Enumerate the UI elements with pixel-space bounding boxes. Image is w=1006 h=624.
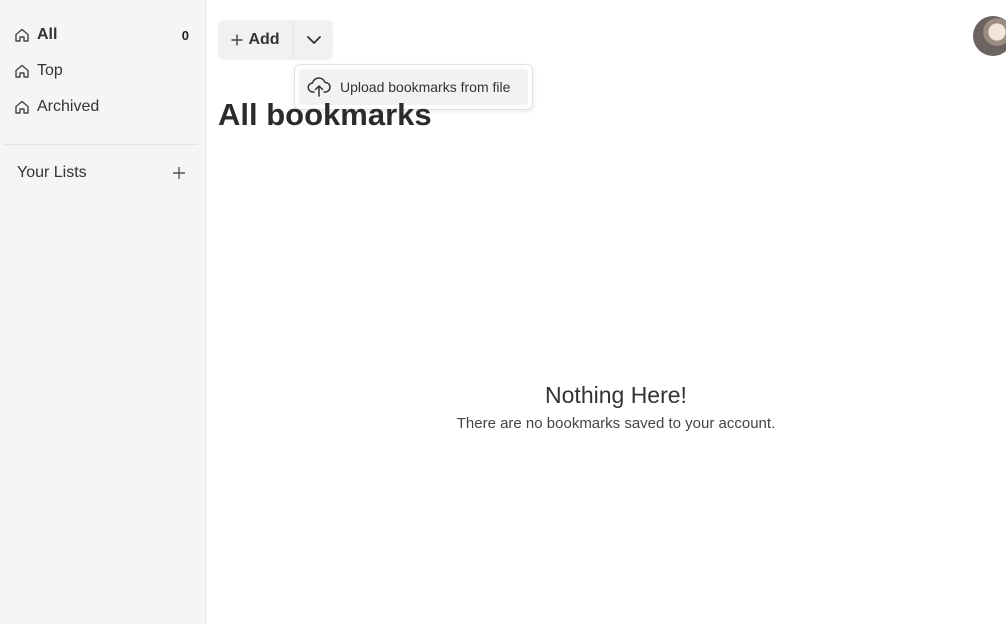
add-options-dropdown-button[interactable]: [293, 20, 333, 60]
home-icon: [14, 63, 30, 79]
home-icon: [14, 99, 30, 115]
plus-icon: [173, 167, 185, 179]
lists-title: Your Lists: [17, 164, 87, 181]
sidebar-item-top[interactable]: Top: [8, 55, 198, 87]
add-button[interactable]: Add: [218, 20, 293, 60]
sidebar: All 0 Top Archived Your Lists: [0, 0, 206, 624]
app: All 0 Top Archived Your Lists Add Upload…: [0, 0, 1006, 624]
bookmark-count-badge: 0: [181, 27, 189, 43]
menu-item-label: Upload bookmarks from file: [340, 79, 511, 95]
add-button-label: Add: [248, 31, 280, 48]
sidebar-item-label: Archived: [37, 98, 100, 115]
sidebar-divider: [4, 144, 198, 145]
chevron-down-icon: [306, 36, 321, 44]
user-avatar[interactable]: [973, 16, 1006, 56]
page-title: All bookmarks: [218, 97, 432, 132]
plus-icon: [231, 34, 243, 46]
sidebar-item-label: Top: [37, 62, 63, 79]
add-list-button[interactable]: [169, 163, 189, 183]
lists-header: Your Lists: [17, 160, 189, 186]
home-icon: [14, 27, 30, 43]
sidebar-item-label: All: [37, 26, 58, 43]
add-button-group: Add: [218, 20, 333, 60]
empty-state-title: Nothing Here!: [545, 382, 687, 408]
cloud-upload-icon: [307, 77, 331, 97]
sidebar-item-archived[interactable]: Archived: [8, 91, 198, 123]
sidebar-item-all[interactable]: All 0: [8, 19, 198, 51]
empty-state: Nothing Here! There are no bookmarks sav…: [206, 382, 1006, 432]
empty-state-subtitle: There are no bookmarks saved to your acc…: [456, 415, 776, 432]
